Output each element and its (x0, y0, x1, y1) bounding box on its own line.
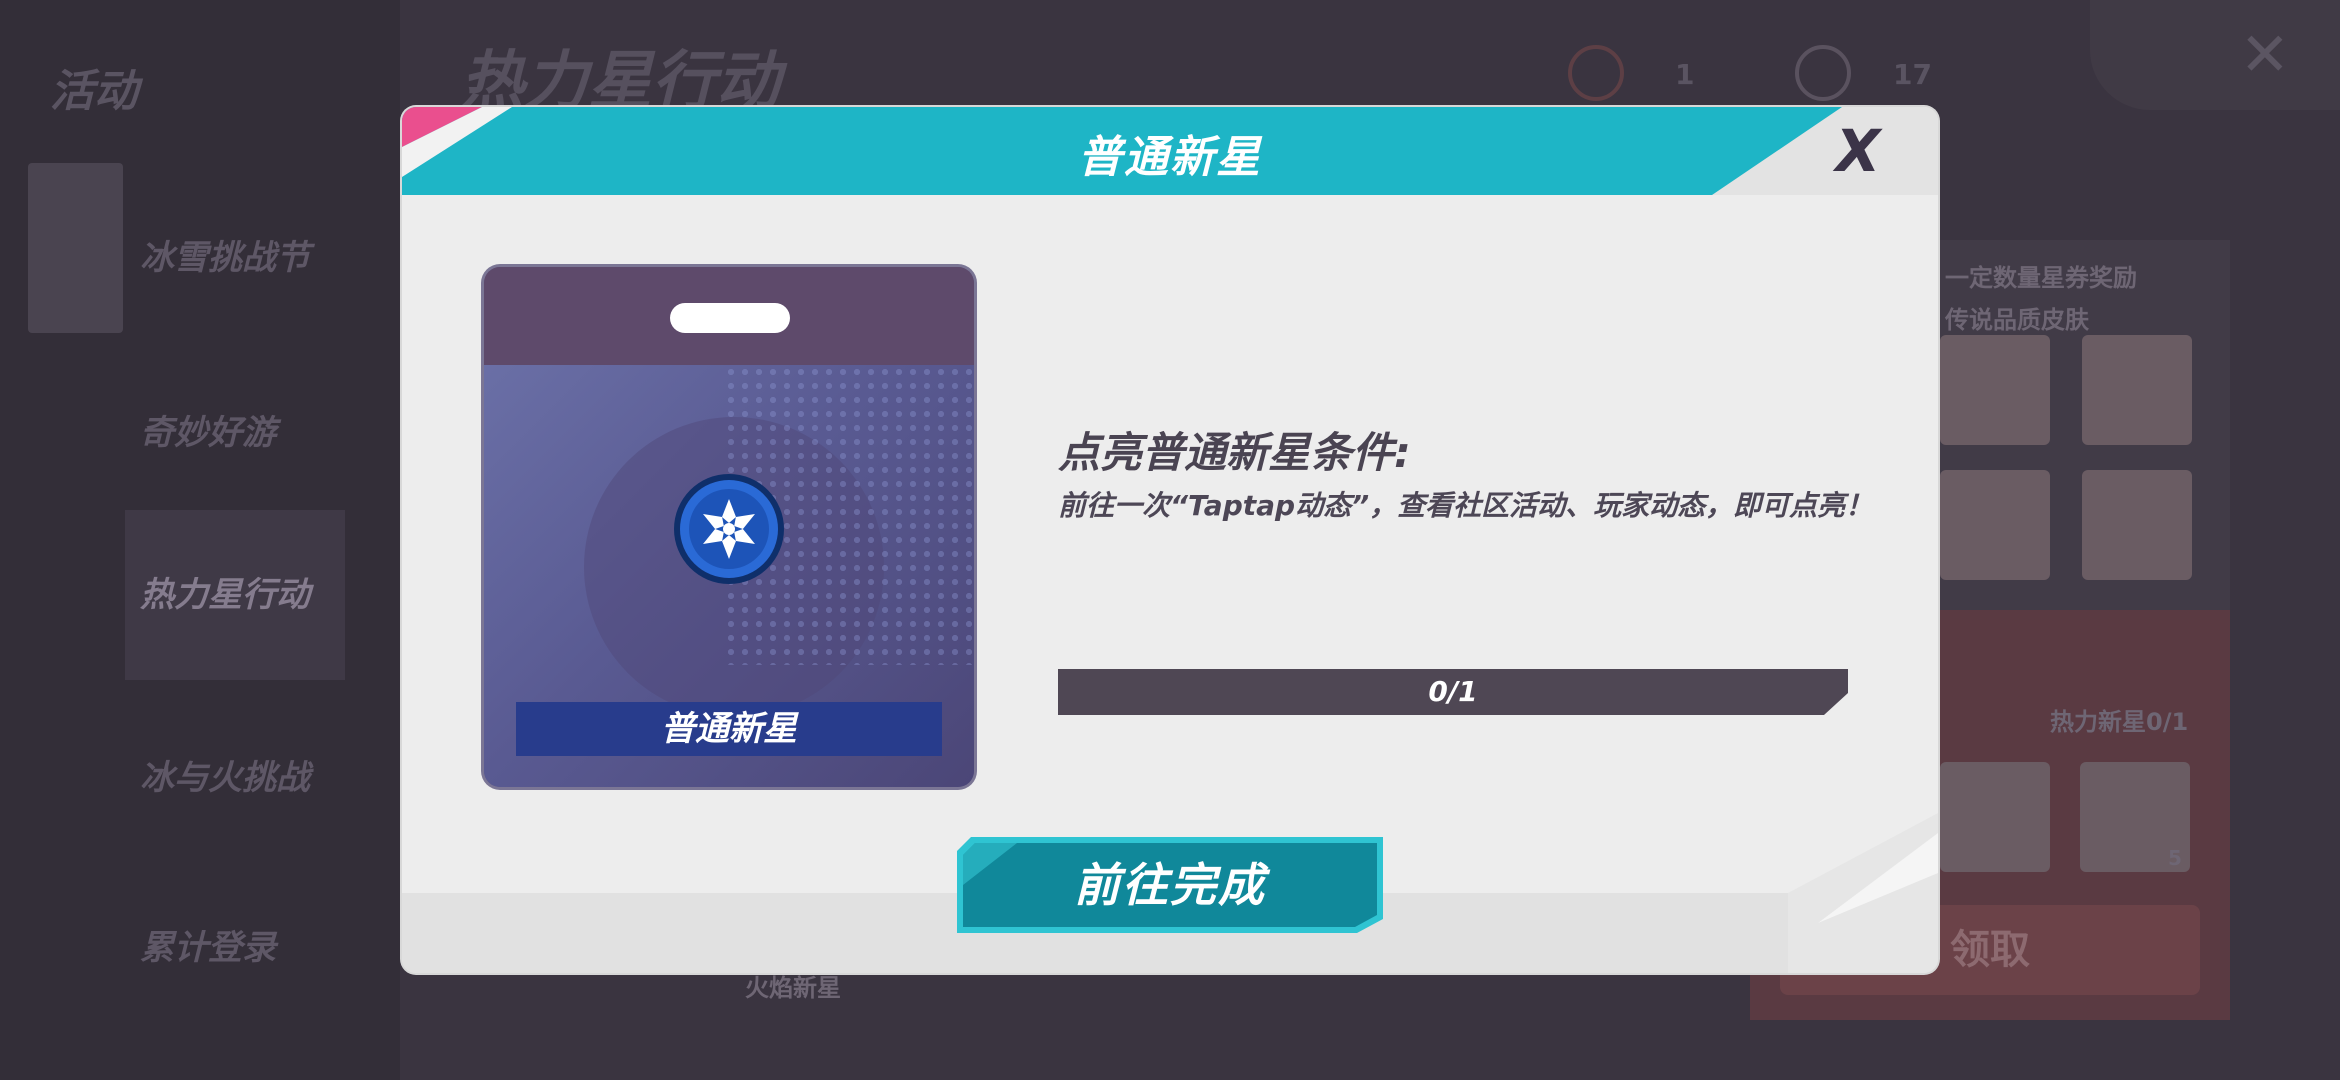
badge-card: 普通新星 (484, 267, 974, 787)
badge-name: 普通新星 (516, 702, 942, 756)
background-sidebar-title: 活动 (50, 66, 138, 117)
close-button[interactable]: X (1818, 121, 1898, 181)
background-nav-item[interactable]: 累计登录 (140, 920, 276, 969)
background-tab-marker (28, 163, 123, 333)
background-stat-value: 17 (1893, 58, 1932, 91)
background-stat-value: 1 (1675, 58, 1695, 91)
progress-text: 0/1 (1428, 675, 1478, 708)
badge-dialog: 普通新星 X 普通新星 点亮普通新星条件: 前往一次“Taptap动态”，查看社… (402, 107, 1938, 973)
condition-description: 前往一次“Taptap动态”，查看社区活动、玩家动态，即可点亮！ (1058, 489, 1874, 522)
background-skin-card (1940, 335, 2050, 445)
background-panel-text: 传说品质皮肤 (1945, 306, 2089, 334)
medal-icon (1568, 45, 1624, 101)
background-nav-item-active[interactable]: 热力星行动 (125, 510, 345, 680)
background-skin-card (1940, 470, 2050, 580)
progress-bar: 0/1 (1058, 669, 1848, 715)
background-panel-text: 一定数量星券奖励 (1945, 264, 2137, 292)
background-card-count: 5 (2168, 846, 2182, 870)
background-skin-card (2082, 335, 2192, 445)
background-close-area (2090, 0, 2340, 110)
background-reward-card (1940, 762, 2050, 872)
go-button-label: 前往完成 (1074, 858, 1266, 912)
background-bottom-text: 火焰新星 (745, 974, 841, 1002)
condition-title: 点亮普通新星条件: (1058, 428, 1411, 477)
background-nav-item[interactable]: 冰雪挑战节 (140, 230, 310, 279)
go-complete-button[interactable]: 前往完成 (957, 835, 1383, 935)
card-hang-slot (670, 303, 790, 333)
background-skin-card (2082, 470, 2192, 580)
dialog-title: 普通新星 (1078, 132, 1262, 183)
background-close-icon: ✕ (2239, 20, 2290, 90)
background-nav-item[interactable]: 冰与火挑战 (140, 750, 310, 799)
background-panel-progress: 热力新星0/1 (2050, 708, 2189, 736)
star-gauge-icon (1795, 45, 1851, 101)
snowflake-icon (674, 474, 784, 584)
dialog-header: 普通新星 X (402, 107, 1938, 195)
close-icon: X (1835, 117, 1881, 185)
corner-decoration (1788, 813, 1938, 973)
background-nav-item[interactable]: 奇妙好游 (140, 405, 276, 454)
